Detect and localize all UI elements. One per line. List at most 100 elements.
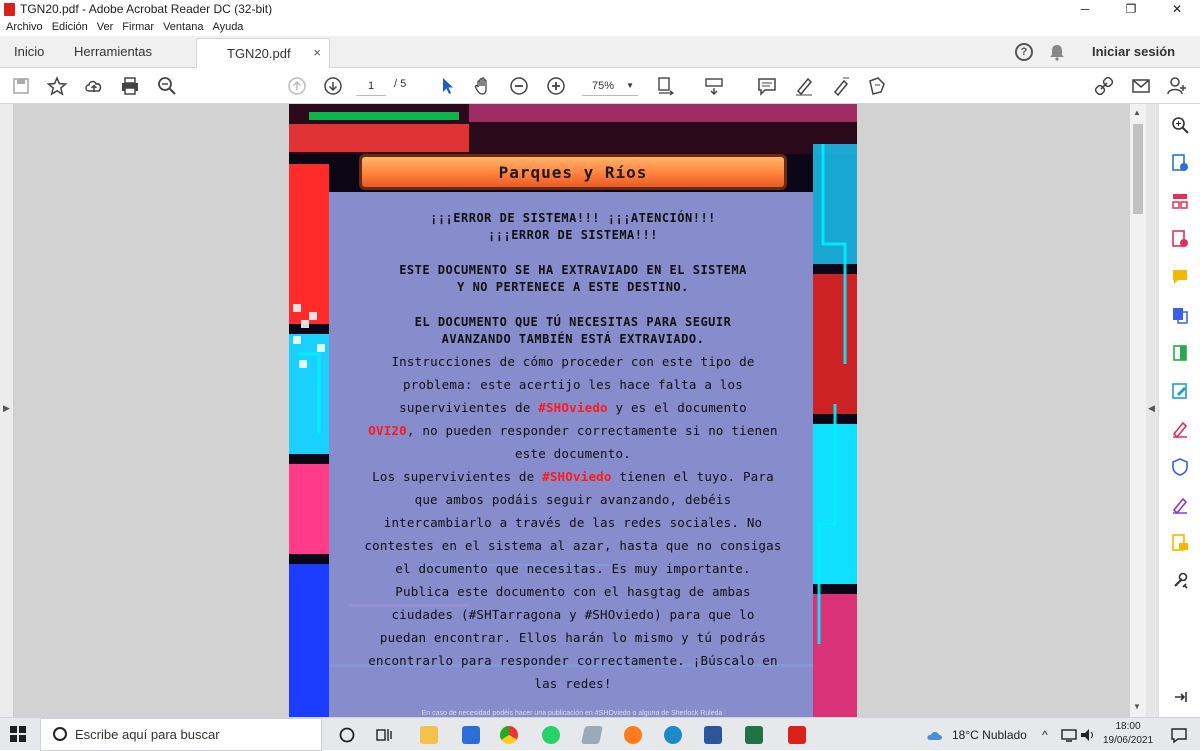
next-page-icon[interactable] — [322, 75, 344, 97]
tools-pane — [1158, 104, 1200, 717]
export-pdf-icon[interactable] — [1171, 154, 1189, 172]
menu-edicion[interactable]: Edición — [52, 21, 88, 33]
more-tools-icon[interactable] — [1171, 572, 1189, 590]
menu-archivo[interactable]: Archivo — [6, 21, 43, 33]
close-window-button[interactable]: ✕ — [1154, 0, 1200, 18]
previous-page-icon[interactable] — [286, 75, 308, 97]
bookmark-star-icon[interactable] — [46, 75, 68, 97]
menu-ver[interactable]: Ver — [97, 21, 114, 33]
help-icon[interactable]: ? — [1015, 43, 1033, 61]
send-for-comments-icon[interactable] — [1171, 534, 1189, 552]
app-icon[interactable] — [581, 726, 603, 744]
fill-sign-icon[interactable] — [1171, 420, 1189, 438]
expand-left-icon: ▶ — [3, 403, 10, 413]
upload-cloud-icon[interactable] — [83, 75, 105, 97]
page-fit-icon[interactable] — [655, 75, 677, 97]
maximize-button[interactable]: ❐ — [1108, 0, 1154, 18]
menu-firmar[interactable]: Firmar — [122, 21, 154, 33]
system-clock[interactable]: 18:00 19/06/2021 — [1100, 720, 1156, 748]
chrome-icon[interactable] — [500, 726, 518, 744]
scroll-down-icon[interactable]: ▼ — [1133, 702, 1141, 711]
draw-icon[interactable] — [830, 75, 852, 97]
email-icon[interactable] — [1130, 75, 1152, 97]
zoom-in-icon[interactable] — [545, 75, 567, 97]
weather-cloud-icon[interactable] — [926, 726, 944, 744]
excel-icon[interactable] — [745, 726, 763, 744]
hand-tool-icon[interactable] — [472, 75, 494, 97]
network-icon[interactable] — [1060, 726, 1078, 744]
zoom-out-icon[interactable] — [508, 75, 530, 97]
combine-files-icon[interactable] — [1171, 306, 1189, 324]
zoom-search-icon[interactable] — [156, 75, 178, 97]
comment-tool-icon[interactable] — [1171, 268, 1189, 286]
hashtag-shoviedo: #SHOviedo — [542, 469, 612, 484]
create-pdf-icon[interactable] — [1171, 230, 1189, 248]
file-explorer-icon[interactable] — [420, 726, 438, 744]
word-icon[interactable] — [704, 726, 722, 744]
window-controls: ─ ❐ ✕ — [1062, 0, 1200, 18]
request-signature-icon[interactable] — [1171, 496, 1189, 514]
signin-button[interactable]: Iniciar sesión — [1092, 44, 1175, 59]
right-panel-toggle[interactable]: ◀ — [1146, 104, 1158, 717]
weather-status[interactable]: 18°C Nublado — [952, 728, 1027, 742]
protect-shield-icon[interactable] — [1171, 458, 1189, 476]
add-user-icon[interactable] — [1166, 75, 1188, 97]
instructions-text: Instrucciones de cómo proceder con este … — [333, 350, 813, 695]
tab-home[interactable]: Inicio — [14, 44, 44, 59]
organize-pages-icon[interactable] — [1171, 192, 1189, 210]
volume-icon[interactable] — [1079, 726, 1097, 744]
acrobat-taskbar-icon[interactable] — [788, 726, 806, 744]
warning-line: ¡¡¡ERROR DE SISTEMA!!! — [488, 228, 658, 242]
acrobat-icon — [4, 2, 15, 16]
tab-tools[interactable]: Herramientas — [74, 44, 152, 59]
page-number-input[interactable]: 1 — [356, 76, 386, 96]
search-placeholder: Escribe aquí para buscar — [75, 727, 220, 742]
zoom-level-select[interactable]: 75% ▼ — [582, 76, 638, 96]
bell-icon[interactable] — [1048, 43, 1066, 61]
warning-line: EL DOCUMENTO QUE TÚ NECESITAS PARA SEGUI… — [414, 315, 732, 329]
menu-ventana[interactable]: Ventana — [163, 21, 203, 33]
share-link-icon[interactable] — [1093, 75, 1115, 97]
scroll-up-icon[interactable]: ▲ — [1133, 108, 1141, 117]
sign-icon[interactable] — [866, 75, 888, 97]
vertical-scrollbar[interactable]: ▲ ▼ — [1130, 104, 1146, 717]
save-icon[interactable] — [10, 75, 32, 97]
firefox-icon[interactable] — [624, 726, 642, 744]
tab-bar: Inicio Herramientas TGN20.pdf × ? Inicia… — [0, 36, 1200, 68]
document-code: OVI20 — [368, 423, 407, 438]
tray-expand-icon[interactable]: ^ — [1042, 728, 1048, 742]
tab-document[interactable]: TGN20.pdf × — [196, 38, 330, 68]
print-icon[interactable] — [119, 75, 141, 97]
text-line: encontrarlo para responder correctamente… — [368, 653, 778, 668]
windows-start-icon[interactable] — [10, 726, 26, 742]
menu-bar: Archivo Edición Ver Firmar Ventana Ayuda — [0, 18, 1200, 36]
select-cursor-icon[interactable] — [436, 75, 458, 97]
text-line: las redes! — [534, 676, 612, 691]
compress-pdf-icon[interactable] — [1171, 344, 1189, 362]
task-view-icon[interactable] — [375, 726, 393, 744]
whatsapp-icon[interactable] — [542, 726, 560, 744]
notifications-icon[interactable] — [1170, 726, 1188, 744]
left-panel-toggle[interactable]: ▶ — [0, 104, 14, 717]
close-tab-icon[interactable]: × — [313, 45, 321, 60]
menu-ayuda[interactable]: Ayuda — [212, 21, 243, 33]
search-icon — [53, 727, 67, 741]
windows-taskbar: Escribe aquí para buscar 18°C Nublado ^ … — [0, 717, 1200, 751]
taskbar-search-input[interactable]: Escribe aquí para buscar — [40, 718, 322, 751]
text-line: el documento que necesitas. Es muy impor… — [395, 561, 751, 576]
text-fragment: supervivientes de — [399, 400, 539, 415]
collapse-pane-icon[interactable] — [1171, 688, 1189, 706]
also-lost-warning: EL DOCUMENTO QUE TÚ NECESITAS PARA SEGUI… — [333, 314, 813, 348]
edit-pdf-icon[interactable] — [1171, 382, 1189, 400]
zoom-tool-icon[interactable] — [1171, 116, 1189, 134]
document-viewport[interactable]: ▶ Parques y Ríos ¡¡¡ERROR DE SISTEMA!!! … — [0, 104, 1200, 717]
scrollbar-thumb[interactable] — [1133, 124, 1143, 214]
document-footer-note: En caso de necesidad podéis hacer una pu… — [421, 710, 723, 717]
minimize-button[interactable]: ─ — [1062, 0, 1108, 18]
keyboard-scroll-icon[interactable] — [703, 75, 725, 97]
edge-icon[interactable] — [664, 726, 682, 744]
comment-icon[interactable] — [756, 75, 778, 97]
mail-icon[interactable] — [462, 726, 480, 744]
cortana-icon[interactable] — [338, 726, 356, 744]
highlight-pen-icon[interactable] — [793, 75, 815, 97]
